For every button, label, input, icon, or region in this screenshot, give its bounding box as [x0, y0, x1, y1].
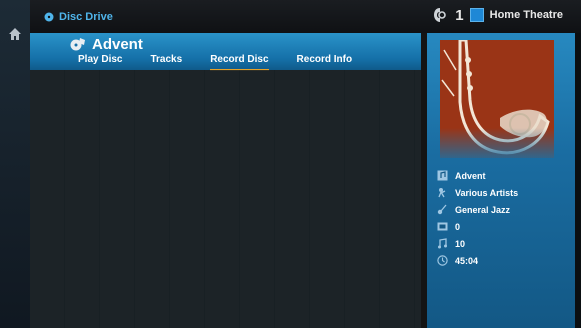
album-icon	[70, 38, 85, 51]
tab-play-disc[interactable]: Play Disc	[78, 54, 122, 67]
tracks-icon	[438, 238, 447, 249]
album-header: Advent Play Disc Tracks Record Disc Reco…	[30, 33, 421, 71]
info-genre: General Jazz	[437, 201, 518, 218]
info-track-count: 10	[437, 235, 518, 252]
zone-color-badge	[469, 8, 484, 22]
page-title: Disc Drive	[44, 11, 113, 23]
zone-name: Home Theatre	[489, 9, 563, 21]
content-area	[30, 70, 421, 328]
disc-count-icon	[437, 222, 448, 231]
page-title-label: Disc Drive	[59, 11, 113, 23]
album-title-label: Advent	[92, 36, 143, 53]
info-genre-label: General Jazz	[455, 204, 511, 215]
info-album-label: Advent	[455, 170, 486, 181]
microphone-icon	[438, 188, 446, 198]
info-disc-count-label: 0	[455, 221, 461, 232]
main-panel: Advent Play Disc Tracks Record Disc Reco…	[30, 33, 421, 328]
info-artist: Various Artists	[437, 184, 518, 201]
zone-selector[interactable]: 1 Home Theatre	[431, 6, 563, 24]
info-disc-count: 0	[437, 218, 518, 235]
music-note-icon	[437, 170, 448, 181]
disc-icon	[44, 12, 54, 22]
info-duration: 45:04	[437, 252, 518, 269]
top-bar: Disc Drive 1 Home Theatre	[30, 0, 581, 33]
home-icon[interactable]	[8, 27, 22, 41]
album-info: Advent Various Artists General Jazz 0 10	[437, 167, 518, 269]
tab-record-info[interactable]: Record Info	[297, 54, 353, 67]
info-artist-label: Various Artists	[455, 187, 519, 198]
info-panel: Advent Various Artists General Jazz 0 10	[427, 33, 575, 328]
info-track-count-label: 10	[455, 238, 466, 249]
clock-icon	[437, 255, 448, 266]
info-duration-label: 45:04	[455, 255, 479, 266]
tab-tracks[interactable]: Tracks	[150, 54, 182, 67]
zone-number: 1	[455, 6, 464, 24]
guitar-icon	[437, 204, 447, 215]
album-title: Advent	[70, 36, 143, 53]
info-album: Advent	[437, 167, 518, 184]
album-art	[440, 40, 554, 158]
right-edge	[575, 33, 581, 328]
left-rail	[0, 0, 31, 328]
zone-icon	[434, 8, 447, 22]
tab-bar: Play Disc Tracks Record Disc Record Info	[78, 54, 380, 71]
tab-record-disc[interactable]: Record Disc	[210, 54, 269, 71]
